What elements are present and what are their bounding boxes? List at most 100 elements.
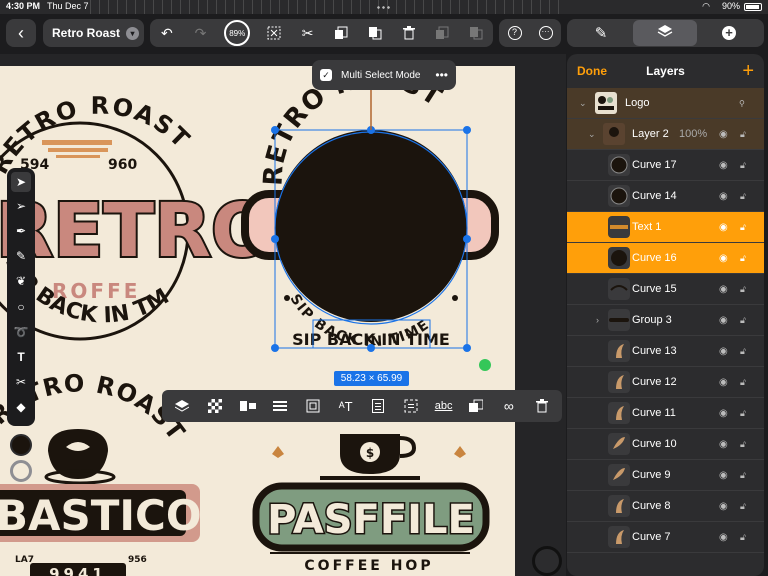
layer-row[interactable]: Text 1 ◉ 🔓︎ [567,212,764,243]
logo-retro-roast-left[interactable]: RETRO ROAST 594 960 RETRO ROFFE SIP BACK… [0,66,276,341]
layer-row[interactable]: › Group 3 ◉ 🔓︎ [567,305,764,336]
node-tool-icon[interactable]: ➢ [11,196,31,216]
visibility-eye-icon[interactable]: ◉ [719,532,728,543]
layer-row[interactable]: Curve 11 ◉ 🔓︎ [567,398,764,429]
layer-row[interactable]: Curve 16 ◉ 🔓︎ [567,243,764,274]
selection-tool-icon[interactable]: ➤ [11,172,31,192]
visibility-eye-icon[interactable]: ◉ [719,160,728,171]
scissors-icon[interactable]: ✂ [298,23,318,43]
layer-row[interactable]: Curve 7 ◉ 🔓︎ [567,522,764,553]
opacity-checker-icon[interactable] [204,395,226,417]
disclosure-chevron-icon[interactable]: ⌄ [588,129,596,140]
visibility-eye-icon[interactable]: ◉ [719,470,728,481]
scissors-tool-icon[interactable]: ✂ [11,372,31,392]
shape-tool-icon[interactable]: ○ [11,297,31,317]
layer-row[interactable]: ⌄ Layer 2 100% ◉ 🔓︎ [567,119,764,150]
unlock-icon[interactable]: 🔓︎ [740,501,746,512]
document-icon[interactable] [367,395,389,417]
visibility-eye-icon[interactable]: ◉ [719,284,728,295]
disclosure-chevron-icon[interactable]: › [596,315,599,325]
trash-icon[interactable] [399,23,419,43]
unlock-icon[interactable]: 🔓︎ [740,346,746,357]
visibility-eye-icon[interactable]: ◉ [719,315,728,326]
delete-icon[interactable] [531,395,553,417]
layer-opacity[interactable]: 100% [679,128,707,140]
back-button[interactable]: ‹ [6,19,36,47]
style-tab[interactable]: ✎ [569,19,633,47]
text-frame-icon[interactable] [400,395,422,417]
spellcheck-icon[interactable]: abc [433,395,455,417]
document-menu-button[interactable]: Retro Roast ▾ [43,19,144,47]
text-tool-icon[interactable]: T [11,347,31,367]
brush-tool-icon[interactable]: ❦ [11,271,31,291]
add-layer-button[interactable]: + [742,61,754,81]
disclosure-chevron-icon[interactable]: ⌄ [579,98,587,109]
layers-tab[interactable] [633,20,697,46]
deselect-icon[interactable] [264,23,284,43]
done-button[interactable]: Done [577,64,607,78]
visibility-eye-icon[interactable]: ◉ [719,191,728,202]
undo-icon[interactable]: ↶ [157,23,177,43]
unlock-icon[interactable]: 🔓︎ [740,315,746,326]
pen-tool-icon[interactable]: ✒ [11,221,31,241]
canvas[interactable]: RETRO ROAST 594 960 RETRO ROFFE SIP BACK… [0,54,566,576]
help-icon[interactable]: ? [505,23,525,43]
eraser-tool-icon[interactable]: ◆ [11,397,31,417]
layer-row[interactable]: ⌄ Logo ⚲ [567,88,764,119]
link-icon[interactable]: ∞ [498,395,520,417]
paste-icon[interactable] [365,23,385,43]
visibility-eye-icon[interactable]: ◉ [719,129,728,140]
unlock-icon[interactable]: 🔓︎ [740,191,746,202]
add-tab[interactable]: + [697,19,761,47]
text-style-icon[interactable]: ᴬT [335,395,357,417]
visibility-eye-icon[interactable]: ◉ [719,408,728,419]
layer-row[interactable]: Curve 10 ◉ 🔓︎ [567,429,764,460]
layer-row[interactable]: Curve 8 ◉ 🔓︎ [567,491,764,522]
artwork[interactable]: RETRO ROAST 594 960 RETRO ROFFE SIP BACK… [0,66,515,576]
layer-row[interactable]: Curve 12 ◉ 🔓︎ [567,367,764,398]
layer-row[interactable]: Curve 17 ◉ 🔓︎ [567,150,764,181]
unlock-icon[interactable]: 🔓︎ [740,470,746,481]
unlock-icon[interactable]: 🔓︎ [740,532,746,543]
align-icon[interactable] [269,395,291,417]
layer-row[interactable]: Curve 9 ◉ 🔓︎ [567,460,764,491]
visibility-eye-icon[interactable]: ◉ [719,501,728,512]
center-dark-circle[interactable] [275,130,467,322]
arrange-layers-icon[interactable] [171,395,193,417]
visibility-eye-icon[interactable]: ◉ [719,222,728,233]
multitasking-grabber-icon[interactable] [376,6,392,9]
copy-icon[interactable] [331,23,351,43]
layer-row[interactable]: Curve 15 ◉ 🔓︎ [567,274,764,305]
paste-in-place-icon[interactable] [466,23,486,43]
unlock-icon[interactable]: 🔓︎ [740,284,746,295]
layer-row[interactable]: Curve 14 ◉ 🔓︎ [567,181,764,212]
unlock-icon[interactable]: 🔓︎ [740,160,746,171]
more-options-icon[interactable]: ··· [536,23,556,43]
visibility-eye-icon[interactable]: ◉ [719,377,728,388]
duplicate-icon[interactable] [432,23,452,43]
artboard[interactable]: RETRO ROAST 594 960 RETRO ROFFE SIP BACK… [0,66,515,576]
redo-icon[interactable]: ↷ [191,23,211,43]
logo-pasffile[interactable]: $ PASFFILE COFFEE HOP [252,434,490,574]
multi-select-mode-pill[interactable]: ✓ Multi Select Mode ••• [312,60,456,90]
unlock-icon[interactable]: 🔓︎ [740,222,746,233]
unlock-icon[interactable]: 🔓︎ [740,253,746,264]
logo-retro-roast-center[interactable]: RETRO ROAST SIP BACK IN TIME SIP BACK IN… [241,66,499,350]
checkbox-icon[interactable]: ✓ [320,69,332,81]
unlock-icon[interactable]: 🔓︎ [740,129,746,140]
quick-action-button[interactable] [532,546,562,576]
zoom-indicator[interactable]: 89% [224,20,251,46]
fill-color-well[interactable] [10,434,32,456]
pencil-tool-icon[interactable]: ✎ [11,246,31,266]
visibility-eye-icon[interactable]: ◉ [719,346,728,357]
visibility-eye-icon[interactable]: ◉ [719,253,728,264]
unlock-icon[interactable]: 🔓︎ [740,377,746,388]
visibility-eye-icon[interactable]: ◉ [719,439,728,450]
stroke-color-well[interactable] [10,460,32,482]
unlock-icon[interactable]: 🔓︎ [740,439,746,450]
unlock-icon[interactable]: 🔓︎ [740,408,746,419]
group-objects-icon[interactable] [237,395,259,417]
layer-options-icon[interactable]: ⚲ [739,99,745,108]
crop-frame-icon[interactable] [302,395,324,417]
boolean-ops-icon[interactable] [465,395,487,417]
